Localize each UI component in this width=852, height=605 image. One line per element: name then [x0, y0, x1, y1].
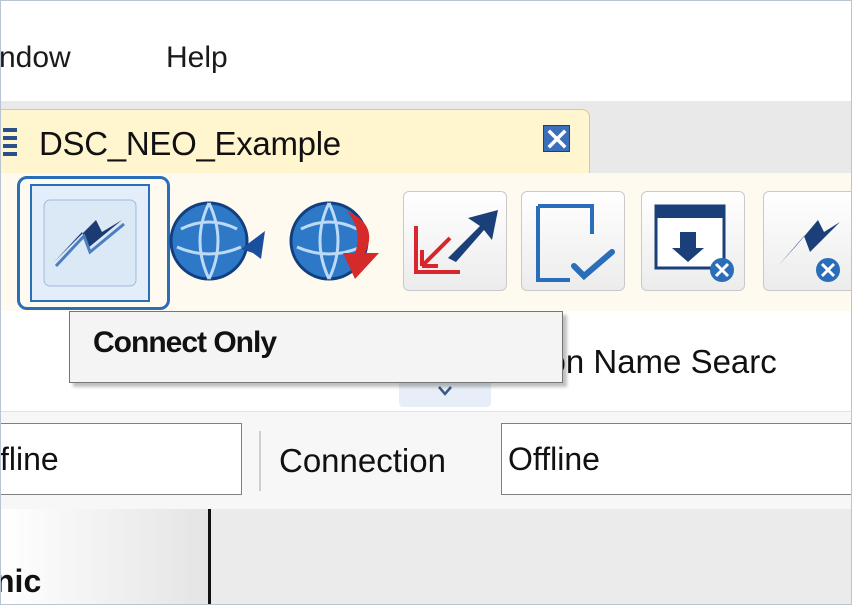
import-export-arrows-icon [414, 210, 498, 274]
close-x-icon[interactable] [543, 125, 570, 152]
menu-item-window[interactable]: ndow [1, 41, 71, 75]
tooltip: Connect Only [69, 311, 563, 383]
download-globe-button[interactable] [281, 191, 391, 291]
upload-globe-button[interactable] [161, 191, 271, 291]
connection-field-value: Offline [508, 441, 600, 477]
check-document-button[interactable] [521, 191, 625, 291]
document-tab[interactable]: DSC_NEO_Example [1, 109, 590, 174]
window-download-cancel-icon [654, 204, 734, 282]
app-window: ndow Help DSC_NEO_Example tion Name Sear… [0, 0, 852, 605]
chevron-down-icon [438, 386, 452, 396]
document-icon [3, 128, 17, 156]
menu-bar: ndow Help [1, 1, 851, 101]
connection-field[interactable]: Offline [501, 423, 851, 495]
import-export-button[interactable] [403, 191, 507, 291]
globe-red-arrow-icon [289, 201, 379, 281]
connect-lightning-icon [43, 199, 137, 287]
document-check-icon [536, 204, 615, 282]
connection-label: Connection [279, 442, 446, 479]
search-label: tion Name Searc [531, 343, 777, 380]
connect-only-button[interactable] [30, 184, 150, 302]
globe-blue-arrow-icon [169, 201, 265, 283]
disconnect-lightning-icon [778, 220, 840, 282]
status-field[interactable]: fline [0, 423, 242, 495]
grid-header-label: nic [1, 563, 42, 599]
document-tab-title: DSC_NEO_Example [39, 125, 341, 162]
status-field-value: fline [0, 441, 59, 477]
tooltip-text: Connect Only [93, 326, 277, 359]
grid-column-divider[interactable] [208, 509, 211, 604]
separator [259, 431, 261, 491]
cancel-download-button[interactable] [641, 191, 745, 291]
menu-item-help[interactable]: Help [166, 41, 228, 75]
disconnect-button[interactable] [763, 191, 851, 291]
